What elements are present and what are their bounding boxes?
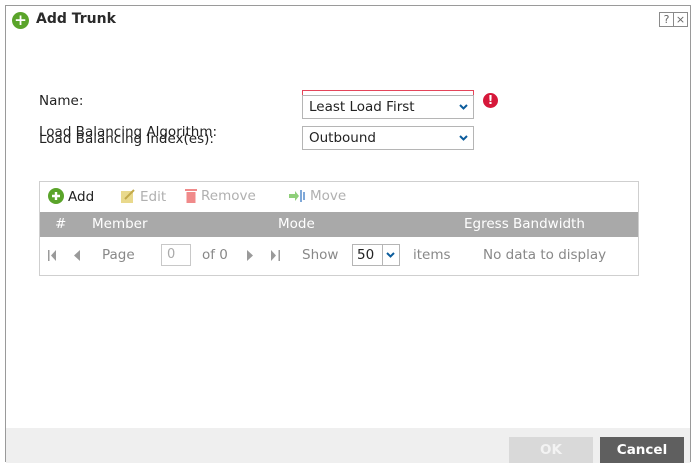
column-header-egress-bandwidth[interactable]: Egress Bandwidth — [464, 216, 585, 232]
page-number-input[interactable]: 0 — [161, 244, 191, 266]
close-button[interactable]: × — [673, 12, 688, 27]
column-header-member[interactable]: Member — [92, 216, 148, 232]
items-per-page-select[interactable]: 50 — [352, 244, 400, 266]
algorithm-select[interactable]: Least Load First — [302, 95, 474, 119]
add-member-button[interactable]: Add — [48, 188, 94, 208]
next-page-icon[interactable] — [247, 249, 253, 265]
error-icon: ! — [483, 93, 498, 108]
add-icon: + — [12, 12, 29, 29]
edit-member-button[interactable]: Edit — [120, 188, 166, 208]
dialog-footer: OK Cancel — [6, 428, 690, 463]
algorithm-select-value: Least Load First — [309, 99, 415, 115]
add-label: Add — [68, 189, 95, 205]
members-toolbar: Add Edit Remove Move — [40, 182, 638, 212]
column-header-number[interactable]: # — [55, 216, 66, 232]
dialog-title: Add Trunk — [36, 11, 116, 27]
name-label: Name: — [39, 93, 84, 109]
last-page-icon[interactable] — [271, 249, 280, 265]
edit-label: Edit — [140, 189, 167, 205]
move-icon — [288, 189, 306, 207]
edit-icon — [120, 188, 136, 208]
column-header-mode[interactable]: Mode — [278, 216, 315, 232]
members-panel: Add Edit Remove Move # Member Mode Egres… — [39, 181, 639, 276]
index-select-value: Outbound — [309, 130, 376, 146]
items-per-page-value: 50 — [357, 247, 375, 263]
move-label: Move — [310, 188, 347, 204]
remove-member-button[interactable]: Remove — [185, 188, 256, 207]
page-count-label: of 0 — [202, 247, 228, 263]
chevron-down-icon — [454, 127, 473, 149]
move-member-button[interactable]: Move — [288, 188, 346, 207]
first-page-icon[interactable] — [48, 249, 57, 265]
add-icon — [48, 188, 64, 208]
no-data-message: No data to display — [483, 247, 607, 263]
dialog-titlebar: + Add Trunk ? × — [6, 6, 690, 34]
previous-page-icon[interactable] — [74, 249, 80, 265]
page-label: Page — [102, 247, 135, 263]
ok-button[interactable]: OK — [509, 437, 593, 463]
items-label: items — [413, 247, 451, 263]
pagination-bar: Page 0 of 0 Show 50 items No data to dis… — [40, 237, 638, 275]
chevron-down-icon — [454, 96, 473, 118]
index-label: Load Balancing Index(es): — [39, 131, 214, 147]
show-label: Show — [302, 247, 339, 263]
chevron-down-icon — [382, 245, 399, 265]
trash-icon — [185, 188, 197, 207]
help-button[interactable]: ? — [659, 12, 674, 27]
remove-label: Remove — [201, 188, 256, 204]
add-trunk-dialog: + Add Trunk ? × Name: ! Load Balancing A… — [5, 5, 691, 463]
index-select[interactable]: Outbound — [302, 126, 474, 150]
cancel-button[interactable]: Cancel — [600, 437, 684, 463]
members-table-header: # Member Mode Egress Bandwidth — [40, 212, 638, 237]
